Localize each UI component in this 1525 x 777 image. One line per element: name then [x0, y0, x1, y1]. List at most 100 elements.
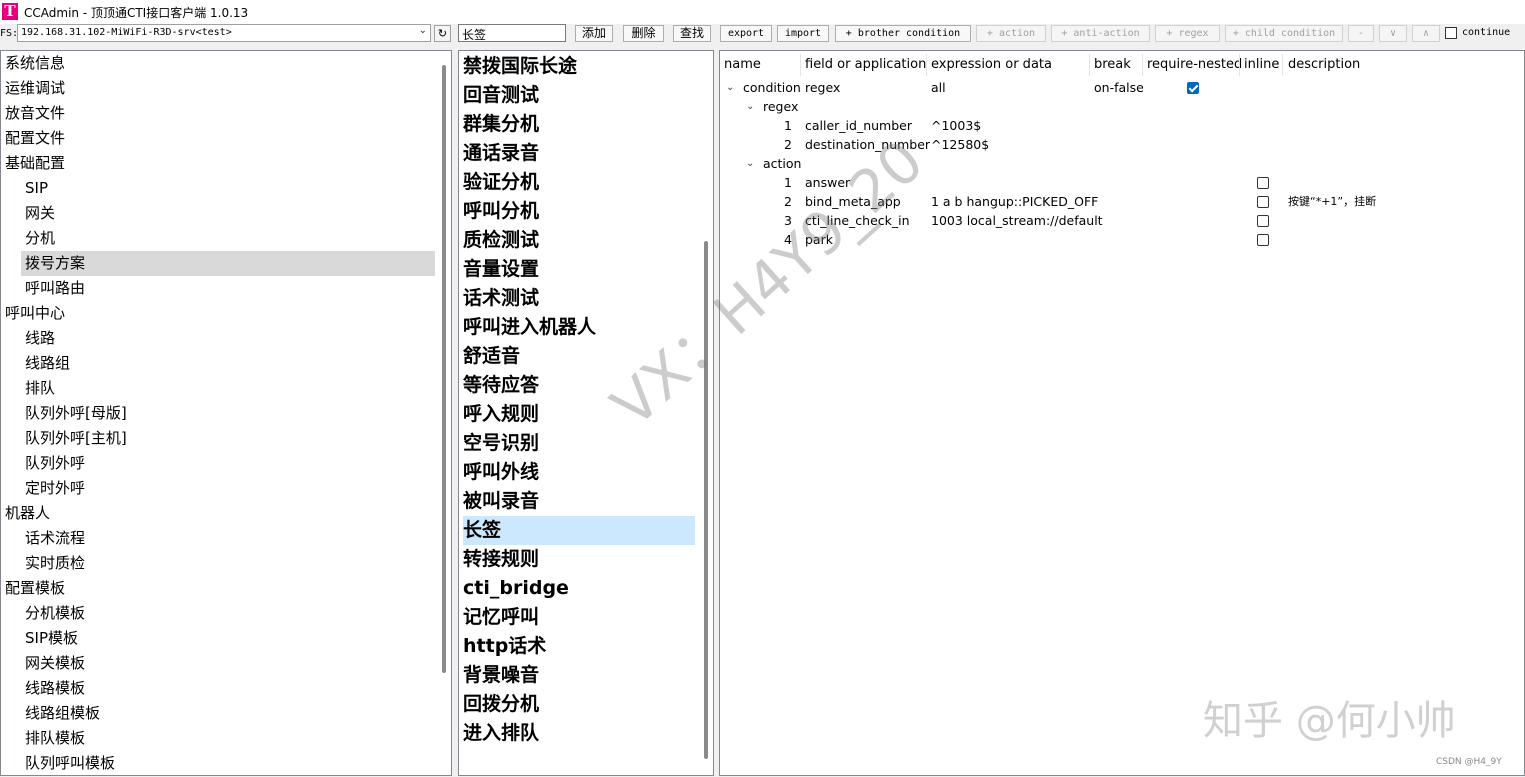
- regex-field[interactable]: caller_id_number: [805, 118, 912, 133]
- find-button[interactable]: 查找: [673, 25, 711, 42]
- nav-tree-item[interactable]: 定时外呼: [21, 476, 435, 501]
- child-condition-button[interactable]: + child condition: [1225, 25, 1343, 42]
- fs-label: FS:: [0, 28, 19, 39]
- move-down-button[interactable]: ∨: [1379, 25, 1407, 42]
- dialplan-item[interactable]: cti_bridge: [463, 574, 695, 603]
- action-data[interactable]: 1003 local_stream://default: [931, 213, 1103, 228]
- nav-tree-item[interactable]: 机器人: [1, 501, 435, 526]
- nav-tree-item[interactable]: 放音文件: [1, 101, 435, 126]
- regex-group-label[interactable]: regex: [763, 99, 798, 114]
- nav-tree-item[interactable]: 线路组: [21, 351, 435, 376]
- fs-server-select[interactable]: 192.168.31.102-MiWiFi-R3D-srv<test> ⌄: [17, 24, 431, 42]
- col-name[interactable]: name: [724, 57, 761, 72]
- dialplan-item[interactable]: http话术: [463, 632, 695, 661]
- inline-checkbox[interactable]: [1257, 215, 1269, 227]
- dialplan-item[interactable]: 进入排队: [463, 719, 695, 748]
- regex-expr[interactable]: ^12580$: [931, 137, 989, 152]
- anti-action-button[interactable]: + anti-action: [1051, 25, 1150, 42]
- nav-tree-item[interactable]: SIP: [21, 176, 435, 201]
- nav-tree-item[interactable]: 队列呼叫模板: [21, 751, 435, 775]
- condition-expression[interactable]: all: [931, 80, 946, 95]
- nav-tree-item[interactable]: 分机模板: [21, 601, 435, 626]
- nav-tree-item[interactable]: 呼叫中心: [1, 301, 435, 326]
- col-divider: [800, 54, 801, 76]
- require-nested-checkbox[interactable]: [1187, 82, 1199, 94]
- nav-tree-item[interactable]: 系统信息: [1, 51, 435, 76]
- col-expression[interactable]: expression or data: [931, 57, 1052, 72]
- inline-checkbox[interactable]: [1257, 177, 1269, 189]
- title-bar: T CCAdmin - 顶顶通CTI接口客户端 1.0.13: [0, 0, 1525, 24]
- action-description[interactable]: 按键“*+1”，挂断: [1288, 194, 1376, 209]
- dialplan-item[interactable]: 空号识别: [463, 429, 695, 458]
- dialplan-item[interactable]: 通话录音: [463, 139, 695, 168]
- nav-tree-item[interactable]: 网关模板: [21, 651, 435, 676]
- export-button[interactable]: export: [720, 25, 772, 42]
- nav-tree-item[interactable]: 运维调试: [1, 76, 435, 101]
- col-inline[interactable]: inline: [1244, 57, 1279, 72]
- action-group-label[interactable]: action: [763, 156, 801, 171]
- nav-tree[interactable]: 系统信息 运维调试 放音文件 配置文件 基础配置 SIP 网关 分机 拨号方案 呼叫路由 呼叫中心线…: [0, 50, 452, 776]
- collapse-icon[interactable]: ⌄: [746, 158, 754, 169]
- collapse-icon[interactable]: ⌄: [726, 82, 734, 93]
- nav-tree-item[interactable]: 基础配置: [1, 151, 435, 176]
- dialplan-item[interactable]: 记忆呼叫: [463, 603, 695, 632]
- search-input[interactable]: 长签: [458, 24, 566, 42]
- dialplan-item[interactable]: 被叫录音: [463, 487, 695, 516]
- action-data[interactable]: 1 a b hangup::PICKED_OFF: [931, 194, 1098, 209]
- delete-button[interactable]: 删除: [623, 25, 664, 42]
- nav-tree-item[interactable]: 排队: [21, 376, 435, 401]
- collapse-icon[interactable]: ⌄: [746, 101, 754, 112]
- nav-tree-item[interactable]: 线路: [21, 326, 435, 351]
- chevron-down-icon[interactable]: ⌄: [419, 25, 427, 36]
- regex-expr[interactable]: ^1003$: [931, 118, 981, 133]
- nav-tree-item[interactable]: 网关: [21, 201, 435, 226]
- col-require-nested[interactable]: require-nested: [1147, 57, 1242, 72]
- import-button[interactable]: import: [777, 25, 829, 42]
- dialplan-item[interactable]: 禁拨国际长途: [463, 52, 695, 81]
- nav-tree-item[interactable]: 配置模板: [1, 576, 435, 601]
- refresh-button[interactable]: ↻: [434, 25, 451, 42]
- condition-field[interactable]: regex: [805, 80, 840, 95]
- remove-button[interactable]: -: [1348, 25, 1374, 42]
- dialplan-item[interactable]: 话术测试: [463, 284, 695, 313]
- regex-button[interactable]: + regex: [1155, 25, 1220, 42]
- dialplan-item[interactable]: 群集分机: [463, 110, 695, 139]
- nav-tree-item[interactable]: 队列外呼[主机]: [21, 426, 435, 451]
- dialplan-item[interactable]: 回拨分机: [463, 690, 695, 719]
- nav-tree-item[interactable]: 排队模板: [21, 726, 435, 751]
- inline-checkbox[interactable]: [1257, 196, 1269, 208]
- dialplan-item[interactable]: 转接规则: [463, 545, 695, 574]
- add-button[interactable]: 添加: [575, 25, 613, 42]
- dialplan-item[interactable]: 音量设置: [463, 255, 695, 284]
- inline-checkbox[interactable]: [1257, 234, 1269, 246]
- dialplan-item[interactable]: 呼叫外线: [463, 458, 695, 487]
- nav-tree-item[interactable]: 分机: [21, 226, 435, 251]
- nav-tree-item[interactable]: 实时质检: [21, 551, 435, 576]
- brother-condition-button[interactable]: + brother condition: [835, 25, 971, 42]
- col-break[interactable]: break: [1094, 57, 1131, 72]
- dialplan-item[interactable]: 呼叫分机: [463, 197, 695, 226]
- nav-tree-item[interactable]: SIP模板: [21, 626, 435, 651]
- action-button[interactable]: + action: [976, 25, 1046, 42]
- nav-tree-item[interactable]: 配置文件: [1, 126, 435, 151]
- condition-break[interactable]: on-false: [1094, 80, 1144, 95]
- dialplan-item[interactable]: 背景噪音: [463, 661, 695, 690]
- nav-tree-item[interactable]: 线路模板: [21, 676, 435, 701]
- nav-tree-item[interactable]: 拨号方案: [21, 251, 435, 276]
- col-description[interactable]: description: [1288, 57, 1360, 72]
- dialplan-item[interactable]: 回音测试: [463, 81, 695, 110]
- continue-checkbox[interactable]: [1445, 27, 1457, 39]
- col-field[interactable]: field or application: [805, 57, 926, 72]
- nav-tree-item[interactable]: 话术流程: [21, 526, 435, 551]
- dialplan-item[interactable]: 质检测试: [463, 226, 695, 255]
- nav-tree-item[interactable]: 队列外呼[母版]: [21, 401, 435, 426]
- continue-label: continue: [1462, 27, 1511, 38]
- condition-name[interactable]: condition: [743, 80, 801, 95]
- nav-tree-item[interactable]: 队列外呼: [21, 451, 435, 476]
- nav-tree-scrollbar[interactable]: [442, 65, 446, 673]
- nav-tree-item[interactable]: 呼叫路由: [21, 276, 435, 301]
- dialplan-item[interactable]: 长签: [463, 516, 695, 545]
- nav-tree-item[interactable]: 线路组模板: [21, 701, 435, 726]
- move-up-button[interactable]: ∧: [1412, 25, 1440, 42]
- dialplan-item[interactable]: 验证分机: [463, 168, 695, 197]
